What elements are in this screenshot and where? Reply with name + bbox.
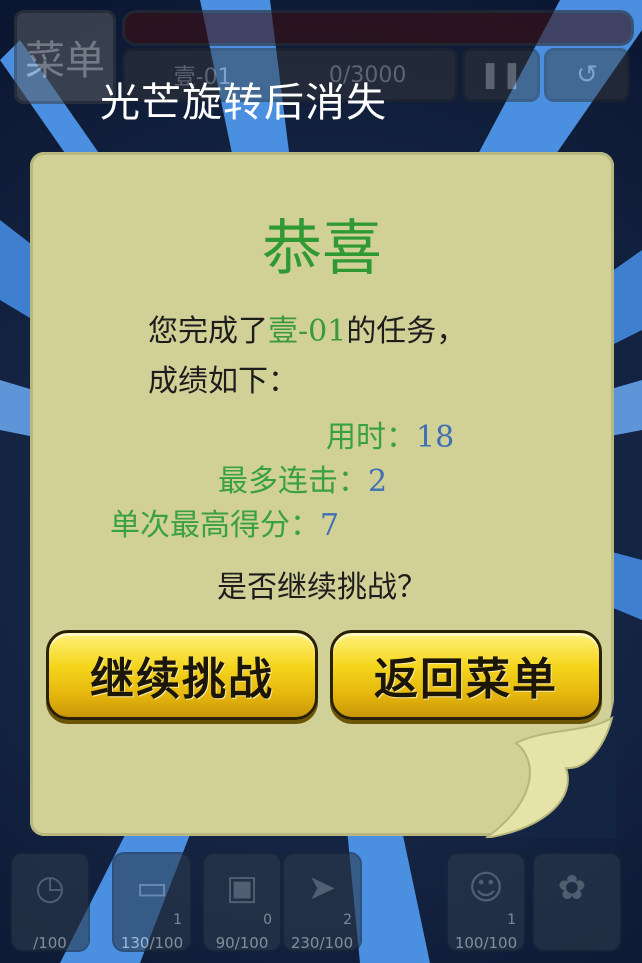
completion-message: 您完成了壹-01的任务，	[148, 306, 466, 350]
item-slot[interactable]: ✿	[532, 852, 622, 952]
item-count: 2	[343, 912, 352, 928]
stat-max-combo: 最多连击：2	[218, 456, 387, 500]
stat-label: 最多连击：	[218, 464, 368, 499]
stat-value: 2	[368, 464, 388, 499]
stat-value: 7	[320, 508, 340, 543]
continue-challenge-label: 继续挑战	[90, 654, 274, 705]
restart-icon: ↺	[576, 60, 598, 90]
caption-text: 光芒旋转后消失	[100, 80, 387, 126]
stat-value: 18	[416, 420, 455, 455]
return-menu-button[interactable]: 返回菜单	[330, 630, 602, 720]
item-cost: 90/100	[215, 934, 269, 952]
stat-best-single-score: 单次最高得分：7	[110, 500, 339, 544]
pause-button[interactable]: ❚❚	[462, 48, 540, 102]
item-cost: 230/100	[290, 934, 354, 952]
mascot-icon: ☺	[468, 868, 504, 908]
item-count: 1	[173, 912, 182, 928]
tv-icon: ▣	[225, 868, 259, 908]
item-slot[interactable]: ▭ 1 130/100	[112, 852, 192, 952]
cassette-icon: ▭	[135, 868, 169, 908]
continue-challenge-button[interactable]: 继续挑战	[46, 630, 318, 720]
item-slot[interactable]: ➤ 2 230/100	[282, 852, 362, 952]
stat-label: 用时：	[326, 420, 416, 455]
stat-label: 单次最高得分：	[110, 508, 320, 543]
item-slot[interactable]: ☺ 1 100/100	[446, 852, 526, 952]
item-cost: 130/100	[120, 934, 184, 952]
results-heading: 成绩如下：	[148, 364, 298, 399]
clock-icon: ◷	[35, 868, 65, 908]
item-slot[interactable]: ◷ /100	[10, 852, 90, 952]
item-count: 1	[507, 912, 516, 928]
score-progress-bar	[122, 10, 634, 46]
item-cost: /100	[33, 934, 67, 952]
flower-icon: ✿	[557, 868, 587, 908]
dialog-title: 恭喜	[262, 214, 382, 284]
item-bar: ◷ /100 ▭ 1 130/100 ▣ 0 90/100 ➤ 2 230/10…	[10, 852, 632, 956]
pause-icon: ❚❚	[479, 60, 523, 90]
result-dialog: 恭喜 您完成了壹-01的任务， 成绩如下： 用时：18 最多连击：2 单次最高得…	[30, 152, 616, 838]
stat-time: 用时：18	[326, 412, 454, 456]
item-slot[interactable]: ▣ 0 90/100	[202, 852, 282, 952]
return-menu-label: 返回菜单	[374, 654, 558, 705]
completion-suffix: 的任务，	[346, 314, 467, 349]
continue-question: 是否继续挑战？	[217, 570, 427, 605]
item-cost: 100/100	[454, 934, 518, 952]
item-count: 0	[263, 912, 272, 928]
restart-button[interactable]: ↺	[544, 48, 630, 102]
level-name: 壹-01	[268, 314, 347, 349]
paper-plane-icon: ➤	[307, 868, 337, 908]
completion-prefix: 您完成了	[148, 314, 268, 349]
